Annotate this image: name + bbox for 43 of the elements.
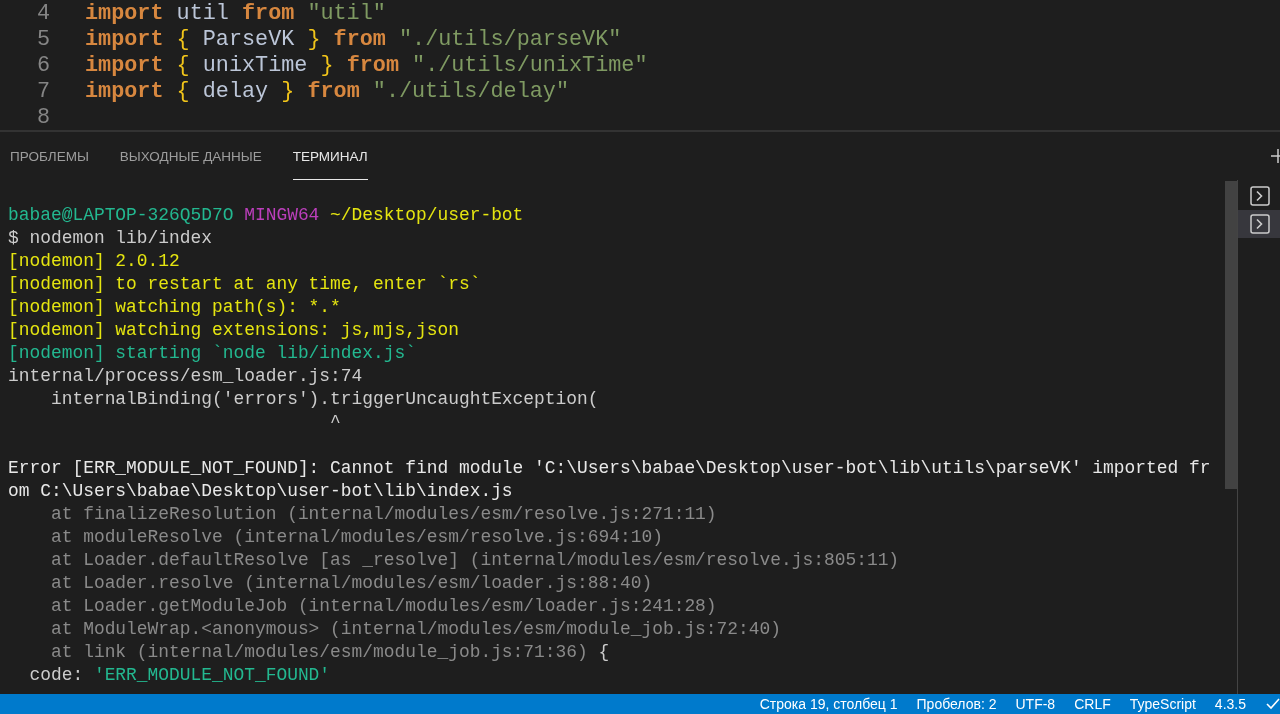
terminal-line: internal/process/esm_loader.js:74 bbox=[8, 365, 364, 388]
terminal-line: code: 'ERR_MODULE_NOT_FOUND' bbox=[28, 664, 332, 687]
line-number: 7 bbox=[35, 78, 50, 104]
terminal-line: at ModuleWrap.<anonymous> (internal/modules/esm/module_job.js:72:40) bbox=[49, 618, 782, 641]
terminal-line: internalBinding('errors').triggerUncaughtException( bbox=[49, 388, 600, 411]
terminal-line: [nodemon] to restart at any time, enter `rs` bbox=[8, 273, 482, 296]
scrollbar-thumb[interactable] bbox=[1225, 181, 1237, 489]
terminal-line: at Loader.resolve (internal/modules/esm/loader.js:88:40) bbox=[49, 572, 654, 595]
status-item[interactable]: TypeScript bbox=[1129, 695, 1196, 713]
terminal-icon bbox=[1250, 186, 1270, 206]
status-item[interactable]: CRLF bbox=[1074, 695, 1111, 713]
line-number: 6 bbox=[35, 52, 50, 78]
terminal-line: at link (internal/modules/esm/module_job.js:71:36) { bbox=[49, 641, 611, 664]
terminal-line: at Loader.getModuleJob (internal/modules/esm/loader.js:241:28) bbox=[49, 595, 718, 618]
code-line: import util from "util" bbox=[85, 0, 386, 26]
terminal-line: [nodemon] 2.0.12 bbox=[8, 250, 181, 273]
line-number: 8 bbox=[35, 104, 50, 130]
terminal-list-item[interactable] bbox=[1238, 210, 1280, 238]
code-line: import { delay } from "./utils/delay" bbox=[85, 78, 569, 104]
status-item[interactable]: Строка 19, столбец 1 bbox=[759, 695, 898, 713]
terminal-line: $ nodemon lib/index bbox=[8, 227, 213, 250]
terminal-line: Error [ERR_MODULE_NOT_FOUND]: Cannot find module 'C:\Users\babae\Desktop\user-bot\lib\utils\parseVK' imported fr bbox=[8, 457, 1212, 480]
terminal-line: babae@LAPTOP-326Q5D7O MINGW64 ~/Desktop/user-bot bbox=[8, 204, 525, 227]
status-item[interactable]: 4.3.5 bbox=[1214, 695, 1246, 713]
line-number: 5 bbox=[35, 26, 50, 52]
panel-tab[interactable]: ПРОБЛЕМЫ bbox=[10, 132, 89, 180]
line-number: 4 bbox=[35, 0, 50, 26]
terminal-line: [nodemon] watching path(s): *.* bbox=[8, 296, 342, 319]
code-line: import { ParseVK } from "./utils/parseVK" bbox=[85, 26, 622, 52]
status-item[interactable]: UTF-8 bbox=[1015, 695, 1056, 713]
check-icon[interactable] bbox=[1266, 697, 1280, 711]
terminal-icon bbox=[1250, 214, 1270, 234]
terminal-line: [nodemon] watching extensions: js,mjs,json bbox=[8, 319, 460, 342]
terminal-line: at moduleResolve (internal/modules/esm/resolve.js:694:10) bbox=[49, 526, 664, 549]
panel-tab[interactable]: ТЕРМИНАЛ bbox=[292, 132, 368, 180]
terminal-line: at finalizeResolution (internal/modules/esm/resolve.js:271:11) bbox=[49, 503, 718, 526]
panel-tab[interactable]: ВЫХОДНЫЕ ДАННЫЕ bbox=[119, 132, 262, 180]
terminal-line: at Loader.defaultResolve [as _resolve] (internal/modules/esm/resolve.js:805:11) bbox=[49, 549, 901, 572]
terminal-line: om C:\Users\babae\Desktop\user-bot\lib\index.js bbox=[8, 480, 514, 503]
status-item[interactable]: Пробелов: 2 bbox=[916, 695, 997, 713]
code-line: import { unixTime } from "./utils/unixTime" bbox=[85, 52, 648, 78]
terminal-line: ^ bbox=[329, 411, 342, 434]
terminal-line: [nodemon] starting `node lib/index.js` bbox=[8, 342, 417, 365]
